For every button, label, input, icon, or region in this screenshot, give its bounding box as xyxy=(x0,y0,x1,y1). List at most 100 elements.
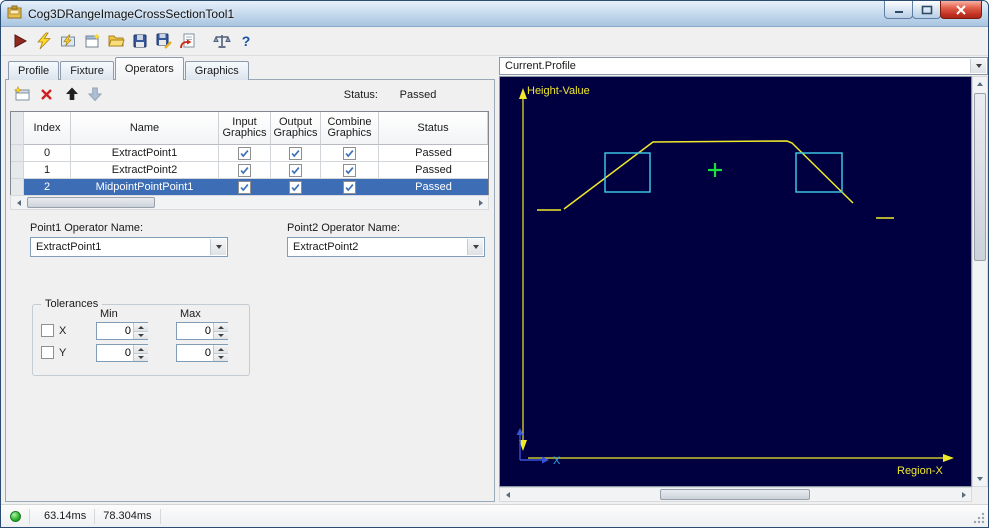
row-gutter[interactable] xyxy=(11,162,24,179)
display-vscrollbar[interactable] xyxy=(972,76,988,487)
input-graphics-checkbox[interactable] xyxy=(238,180,251,194)
arrow-down-icon xyxy=(138,334,144,337)
table-row[interactable]: 0 ExtractPoint1 Passed xyxy=(11,145,488,162)
profile-display[interactable]: Height-Value Region-X X xyxy=(499,76,972,487)
table-row-selected[interactable]: 2 MidpointPointPoint1 Passed xyxy=(11,179,488,196)
point2-operator-combobox[interactable]: ExtractPoint2 xyxy=(287,237,485,257)
x-max-input[interactable] xyxy=(177,323,213,339)
header-index[interactable]: Index xyxy=(24,112,71,145)
combine-graphics-checkbox[interactable] xyxy=(343,146,356,160)
combine-graphics-checkbox[interactable] xyxy=(343,163,356,177)
chevron-down-icon xyxy=(975,64,982,68)
x-tolerance-checkbox[interactable] xyxy=(41,324,54,337)
status-cell[interactable]: Passed xyxy=(379,162,488,179)
resize-grip-icon[interactable] xyxy=(972,511,986,525)
electric-run-button[interactable] xyxy=(32,29,56,53)
index-cell[interactable]: 2 xyxy=(24,179,71,196)
import-results-button[interactable] xyxy=(176,29,200,53)
spin-up-button[interactable] xyxy=(134,345,148,353)
output-graphics-checkbox[interactable] xyxy=(289,180,302,194)
new-operator-icon xyxy=(13,85,29,100)
scroll-down-button[interactable] xyxy=(973,472,987,486)
table-hscrollbar[interactable] xyxy=(10,195,489,210)
x-axis-arrow-icon xyxy=(943,454,954,462)
checkbox-checked-icon xyxy=(345,183,354,191)
input-graphics-checkbox[interactable] xyxy=(238,146,251,160)
combine-graphics-checkbox[interactable] xyxy=(343,180,356,194)
arrow-up-icon xyxy=(218,347,224,351)
table-header-row: Index Name Input Graphics Output Graphic… xyxy=(11,112,488,145)
hscroll-thumb[interactable] xyxy=(27,197,155,208)
tab-profile[interactable]: Profile xyxy=(8,61,60,80)
scroll-up-button[interactable] xyxy=(973,77,987,91)
spin-up-button[interactable] xyxy=(214,323,228,331)
spin-down-button[interactable] xyxy=(214,331,228,339)
y-max-input[interactable] xyxy=(177,345,213,361)
save-button[interactable] xyxy=(128,29,152,53)
header-name[interactable]: Name xyxy=(71,112,219,145)
profile-selector-combobox[interactable]: Current.Profile xyxy=(499,57,988,75)
output-graphics-checkbox[interactable] xyxy=(289,146,302,160)
maximize-icon xyxy=(921,5,932,14)
output-graphics-checkbox[interactable] xyxy=(289,163,302,177)
delete-operator-button[interactable] xyxy=(37,85,55,103)
header-input-graphics[interactable]: Input Graphics xyxy=(219,112,271,145)
display-hscrollbar[interactable] xyxy=(499,487,972,502)
dropdown-button[interactable] xyxy=(970,59,986,73)
help-icon: ? xyxy=(241,33,251,49)
input-graphics-checkbox[interactable] xyxy=(238,163,251,177)
x-min-input[interactable] xyxy=(97,323,133,339)
dropdown-button[interactable] xyxy=(210,239,226,255)
scroll-left-button[interactable] xyxy=(500,488,515,501)
index-cell[interactable]: 1 xyxy=(24,162,71,179)
name-cell[interactable]: ExtractPoint1 xyxy=(71,145,219,162)
vscroll-thumb[interactable] xyxy=(974,93,986,261)
dropdown-button[interactable] xyxy=(467,239,483,255)
close-button[interactable] xyxy=(940,1,982,19)
window-icon[interactable] xyxy=(7,5,22,23)
spin-down-button[interactable] xyxy=(134,353,148,361)
status-cell[interactable]: Passed xyxy=(379,145,488,162)
scroll-right-button[interactable] xyxy=(956,488,971,501)
name-cell[interactable]: MidpointPointPoint1 xyxy=(71,179,219,196)
index-cell[interactable]: 0 xyxy=(24,145,71,162)
header-status[interactable]: Status xyxy=(379,112,488,145)
add-operator-button[interactable] xyxy=(13,85,31,103)
move-up-button[interactable] xyxy=(63,85,81,103)
tab-fixture[interactable]: Fixture xyxy=(60,61,114,80)
scroll-left-button[interactable] xyxy=(11,196,26,209)
y-min-input[interactable] xyxy=(97,345,133,361)
point1-operator-combobox[interactable]: ExtractPoint1 xyxy=(30,237,228,257)
header-combine-graphics[interactable]: Combine Graphics xyxy=(321,112,379,145)
tab-graphics[interactable]: Graphics xyxy=(184,61,249,80)
y-tolerance-checkbox[interactable] xyxy=(41,346,54,359)
header-output-graphics[interactable]: Output Graphics xyxy=(271,112,321,145)
save-as-button[interactable] xyxy=(152,29,176,53)
scroll-right-button[interactable] xyxy=(473,196,488,209)
run-button[interactable] xyxy=(8,29,32,53)
electric-tool-button[interactable] xyxy=(56,29,80,53)
spin-up-button[interactable] xyxy=(214,345,228,353)
import-arrow-icon xyxy=(180,33,195,49)
open-button[interactable] xyxy=(104,29,128,53)
minimize-button[interactable] xyxy=(884,1,913,19)
row-gutter[interactable] xyxy=(11,179,24,196)
spin-down-button[interactable] xyxy=(134,331,148,339)
help-button[interactable]: ? xyxy=(234,29,258,53)
row-gutter[interactable] xyxy=(11,145,24,162)
measure-button[interactable] xyxy=(210,29,234,53)
y-tolerance-label: Y xyxy=(59,347,67,359)
status-cell[interactable]: Passed xyxy=(379,179,488,196)
arrow-up-icon xyxy=(138,325,144,329)
total-time: 78.304ms xyxy=(103,510,152,522)
table-row[interactable]: 1 ExtractPoint2 Passed xyxy=(11,162,488,179)
tab-operators[interactable]: Operators xyxy=(114,57,184,80)
name-cell[interactable]: ExtractPoint2 xyxy=(71,162,219,179)
arrow-right-icon xyxy=(478,199,483,206)
maximize-button[interactable] xyxy=(912,1,941,19)
spin-up-button[interactable] xyxy=(134,323,148,331)
spin-down-button[interactable] xyxy=(214,353,228,361)
new-window-button[interactable] xyxy=(80,29,104,53)
move-down-button[interactable] xyxy=(86,85,104,103)
hscroll-thumb[interactable] xyxy=(660,489,810,500)
